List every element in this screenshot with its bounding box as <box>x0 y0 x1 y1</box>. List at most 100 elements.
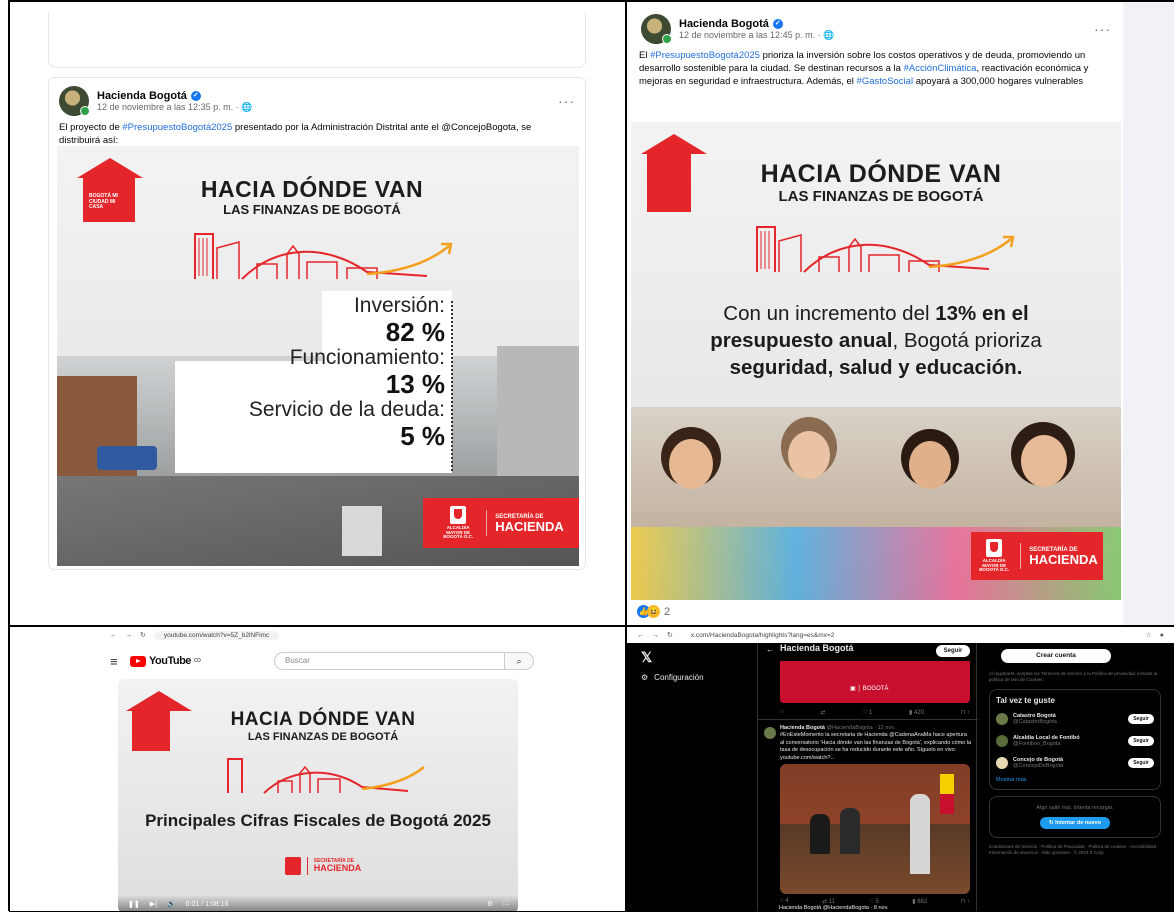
bookmark-icon[interactable]: ⊓ ↑ <box>961 898 970 905</box>
tweet-actions: ○ 4 ⇄ 11 ♡ 5 ▮ 882 ⊓ ↑ <box>780 898 970 905</box>
infographic-subtitle: LAS FINANZAS DE BOGOTÁ <box>778 188 984 205</box>
infographic-image[interactable]: HACIA DÓNDE VAN LAS FINANZAS DE BOGOTÁ C… <box>631 122 1121 600</box>
menu-icon[interactable]: ≡ <box>110 654 118 669</box>
views-icon[interactable]: ▮ 420 <box>909 709 924 716</box>
hashtag-link[interactable]: #PresupuestoBogotá2025 <box>650 50 760 61</box>
create-account-button[interactable]: Crear cuenta <box>1001 649 1111 663</box>
reload-icon[interactable]: ↻ <box>140 631 146 639</box>
bogota-logo <box>641 134 707 212</box>
stat-value-inversion: 82 % <box>385 317 445 347</box>
forward-icon[interactable]: → <box>125 632 132 639</box>
post-author[interactable]: Hacienda Bogotá <box>679 18 769 30</box>
cell-top-right: Hacienda Bogotá ✓ 12 de noviembre a las 1… <box>626 1 1174 626</box>
avatar[interactable] <box>59 86 90 116</box>
hashtag-link[interactable]: #GastoSocial <box>857 76 914 87</box>
previous-tweet-image[interactable]: ▣ │ BOGOTÁ <box>780 661 970 703</box>
reactions-count: 2 <box>664 605 671 618</box>
reply-icon[interactable]: ○ 4 <box>780 898 789 905</box>
verified-icon: ✓ <box>772 18 783 29</box>
truck <box>342 506 382 556</box>
cell-bottom-left: ← → ↻ youtube.com/watch?v=5Z_b2lNFimc ≡ … <box>9 626 626 912</box>
skyline-illustration <box>756 226 1015 273</box>
views-icon[interactable]: ▮ 882 <box>912 898 927 905</box>
stat-label-funcionamiento: Funcionamiento: <box>289 346 445 369</box>
retweet-icon[interactable]: ⇄ <box>820 709 825 716</box>
page-background <box>1123 2 1174 625</box>
bookmark-icon[interactable]: ⊓ ↑ <box>961 709 970 716</box>
hashtag-link[interactable]: #AcciónClimática <box>904 63 977 74</box>
suggestions-card: Tal vez te guste Catastro Bogotá @Catastr… <box>989 688 1161 790</box>
like-icon[interactable]: ♡ 1 <box>862 709 872 716</box>
address-bar[interactable]: x.com/HaciendaBogota/highlights?lang=es&… <box>681 631 844 640</box>
pause-icon[interactable]: ❚❚ <box>128 900 140 908</box>
x-logo-icon[interactable]: 𝕏 <box>641 649 652 666</box>
infographic-subtitle: LAS FINANZAS DE BOGOTÁ <box>223 202 401 217</box>
settings-icon[interactable]: ⚙ <box>487 900 493 908</box>
retry-button[interactable]: ↻ Intentar de nuevo <box>1040 816 1110 829</box>
back-icon[interactable]: ← <box>766 645 774 654</box>
gear-icon: ⚙ <box>641 673 649 682</box>
next-icon[interactable]: ▶| <box>150 900 157 908</box>
avatar[interactable] <box>641 14 672 44</box>
address-bar[interactable]: youtube.com/watch?v=5Z_b2lNFimc <box>153 630 280 640</box>
back-icon[interactable]: ← <box>637 632 644 639</box>
follow-button[interactable]: Seguir <box>1128 713 1154 724</box>
back-icon[interactable]: ← <box>110 632 117 639</box>
footer-links[interactable]: Condiciones de Servicio · Política de Pr… <box>989 844 1161 856</box>
tweet-photo[interactable] <box>780 764 970 894</box>
follow-button[interactable]: Seguir <box>1128 757 1154 768</box>
reload-icon[interactable]: ↻ <box>667 631 673 639</box>
fullscreen-icon[interactable]: ⛶ <box>503 900 508 908</box>
volume-icon[interactable]: 🔊 <box>167 900 176 908</box>
youtube-logo[interactable]: YouTube CO <box>130 655 201 667</box>
hashtag-link[interactable]: #PresupuestoBogotá2025 <box>122 122 232 133</box>
profile-icon[interactable]: ● <box>1160 632 1164 639</box>
error-card: Algo salió mal. Intenta recargar. ↻ Inte… <box>989 795 1161 838</box>
collage-grid: Hacienda Bogotá ✓ 12 de noviembre a las 1… <box>8 0 1174 912</box>
stat-label-inversion: Inversión: <box>353 294 445 317</box>
show-more-link[interactable]: Mostrar más <box>996 777 1154 783</box>
youtube-play-icon <box>130 655 146 667</box>
stat-label-deuda: Servicio de la deuda: <box>248 398 445 421</box>
more-options-button[interactable]: ··· <box>1094 21 1111 37</box>
video-player[interactable]: HACIA DÓNDE VAN LAS FINANZAS DE BOGOTÁ P… <box>118 679 518 911</box>
avatar[interactable] <box>996 756 1008 769</box>
more-options-button[interactable]: ··· <box>558 93 575 109</box>
post-author[interactable]: Hacienda Bogotá <box>97 90 187 102</box>
video-title: HACIA DÓNDE VAN <box>230 709 416 730</box>
laugh-icon: 😆 <box>647 605 660 618</box>
infographic-title: HACIA DÓNDE VAN <box>760 160 1002 188</box>
follow-button[interactable]: Seguir <box>1128 735 1154 746</box>
previous-post-edge <box>48 12 586 68</box>
hacienda-badge: ALCALDÍA MAYOR DE BOGOTÁ D.C. SECRETARÍA… <box>971 532 1103 580</box>
next-tweet-header: Hacienda Bogotá @HaciendaBogota · 8 nov. <box>779 905 889 911</box>
search-button[interactable]: ⌕ <box>504 652 534 670</box>
infographic-image[interactable]: BOGOTÁ MI CIUDAD MI CASA HACIA DÓNDE VAN… <box>57 146 579 566</box>
profile-name: Hacienda Bogotá <box>780 643 854 653</box>
hacienda-badge: SECRETARÍA DE HACIENDA <box>278 851 368 881</box>
retweet-icon[interactable]: ⇄ 11 <box>822 898 835 905</box>
star-icon[interactable]: ☆ <box>1145 631 1151 639</box>
stat-value-funcionamiento: 13 % <box>385 369 445 399</box>
forward-icon[interactable]: → <box>652 632 659 639</box>
video-subtitle: LAS FINANZAS DE BOGOTÁ <box>247 731 399 743</box>
tweet-body: Hacienda Bogotá @HaciendaBogota · 12 nov… <box>780 725 972 761</box>
post-text: El #PresupuestoBogotá2025 prioriza la in… <box>639 50 1089 87</box>
avatar[interactable] <box>764 727 776 739</box>
search-input[interactable]: Buscar <box>274 652 524 670</box>
suggestion-item: Catastro Bogotá @CatastroBogota Seguir <box>996 712 1154 725</box>
avatar[interactable] <box>996 734 1008 747</box>
follow-button[interactable]: Seguir <box>936 645 970 657</box>
avatar[interactable] <box>996 712 1008 725</box>
bogota-crest-icon <box>450 505 467 524</box>
nav-settings[interactable]: ⚙ Configuración <box>641 673 704 682</box>
reactions-bar[interactable]: 👍 😆 2 <box>637 605 670 618</box>
verified-icon: ✓ <box>190 90 201 101</box>
reply-icon[interactable]: ○ <box>780 709 784 716</box>
post-time[interactable]: 12 de noviembre a las 12:45 p. m. · <box>679 30 823 40</box>
post-time[interactable]: 12 de noviembre a las 12:35 p. m. · <box>97 102 241 112</box>
like-icon[interactable]: ♡ 5 <box>868 898 878 905</box>
browser-toolbar: ← → ↻ youtube.com/watch?v=5Z_b2lNFimc <box>100 627 520 643</box>
bogota-crest-icon <box>986 538 1003 557</box>
facebook-post: Hacienda Bogotá ✓ 12 de noviembre a las 1… <box>48 77 586 570</box>
